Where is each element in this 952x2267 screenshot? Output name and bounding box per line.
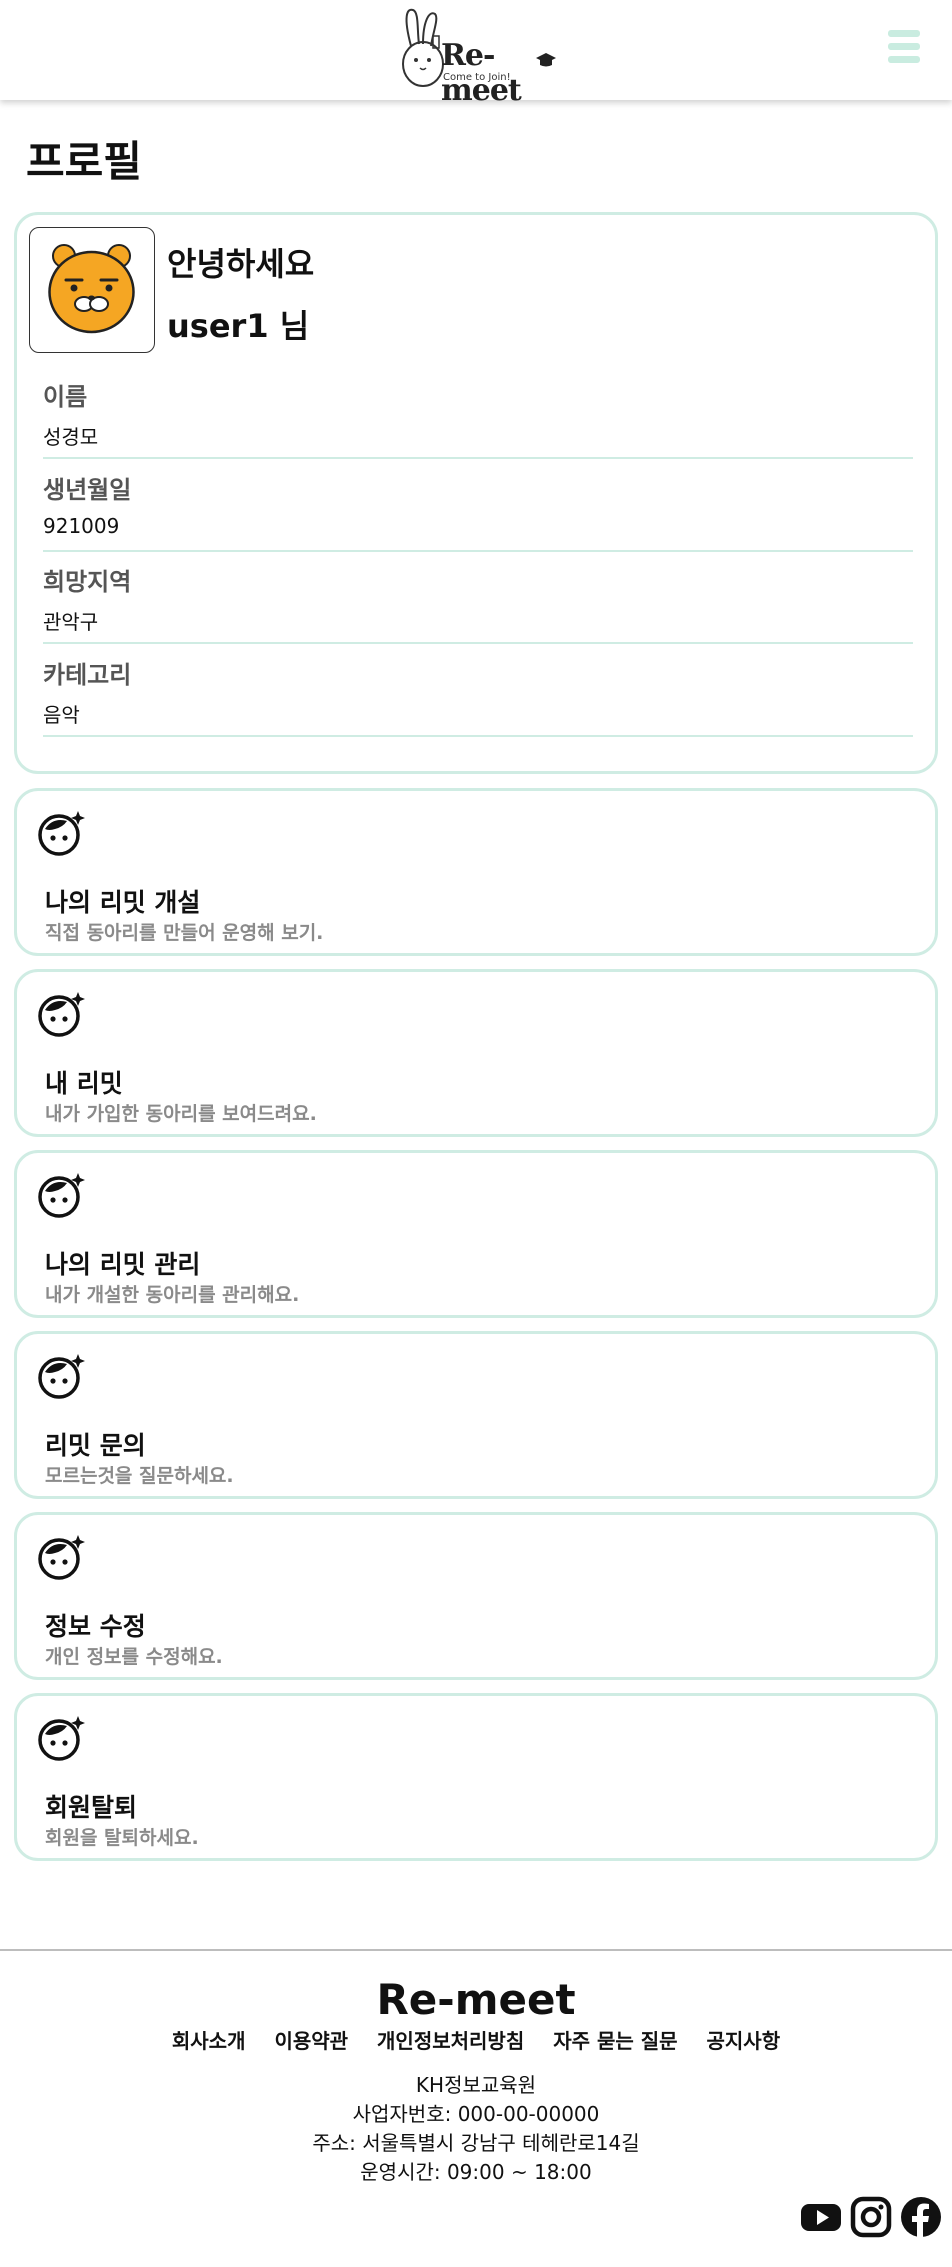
- menu-card-manage-clubs[interactable]: 나의 리밋 관리 내가 개설한 동아리를 관리해요.: [14, 1150, 938, 1318]
- menu-card-edit-info[interactable]: 정보 수정 개인 정보를 수정해요.: [14, 1512, 938, 1680]
- field-value: 관악구: [43, 610, 99, 634]
- smiley-sparkle-icon: [38, 1535, 85, 1580]
- footer-business-number: 사업자번호: 000-00-00000: [352, 2102, 600, 2126]
- footer-link-terms[interactable]: 이용약관: [274, 2029, 348, 2053]
- field-value: 음악: [43, 703, 80, 727]
- field-region: 희망지역 관악구: [43, 552, 913, 644]
- field-category: 카테고리 음악: [43, 645, 913, 737]
- menu-card-inquiry[interactable]: 리밋 문의 모르는것을 질문하세요.: [14, 1331, 938, 1499]
- menu-title: 내 리밋: [45, 1069, 123, 1098]
- smiley-sparkle-icon: [38, 1716, 85, 1761]
- footer-link-about[interactable]: 회사소개: [172, 2029, 246, 2053]
- footer-brand: Re-meet: [376, 1975, 576, 2024]
- menu-title: 나의 리밋 관리: [45, 1250, 201, 1279]
- hamburger-line: [888, 56, 920, 63]
- social-links: [800, 2196, 942, 2240]
- page-title: 프로필: [26, 137, 142, 186]
- logo-tagline: Come to Join!: [443, 72, 511, 83]
- hamburger-icon: [888, 30, 920, 37]
- field-name: 이름 성경모: [43, 367, 913, 459]
- hamburger-line: [888, 43, 920, 50]
- ryan-avatar-icon: [48, 244, 135, 334]
- field-birthdate: 생년월일 921009: [43, 460, 913, 552]
- menu-desc: 내가 가입한 동아리를 보여드려요.: [45, 1103, 317, 1125]
- menu-desc: 회원을 탈퇴하세요.: [45, 1827, 199, 1849]
- menu-desc: 모르는것을 질문하세요.: [45, 1465, 234, 1487]
- footer-link-notice[interactable]: 공지사항: [707, 2029, 781, 2053]
- logo[interactable]: Re-meet Come to Join!: [393, 6, 563, 108]
- field-value: 921009: [43, 514, 120, 538]
- menu-card-withdraw[interactable]: 회원탈퇴 회원을 탈퇴하세요.: [14, 1693, 938, 1861]
- footer-company-info: KH정보교육원 사업자번호: 000-00-00000 주소: 서울특별시 강남…: [0, 2071, 952, 2187]
- field-label: 희망지역: [43, 568, 132, 596]
- field-label: 카테고리: [43, 661, 132, 689]
- footer-company: KH정보교육원: [415, 2073, 537, 2097]
- graduation-cap-icon: [536, 53, 556, 67]
- menu-card-my-clubs[interactable]: 내 리밋 내가 가입한 동아리를 보여드려요.: [14, 969, 938, 1137]
- youtube-icon[interactable]: [800, 2196, 842, 2238]
- menu-title: 나의 리밋 개설: [45, 888, 201, 917]
- instagram-icon[interactable]: [850, 2196, 892, 2238]
- facebook-icon[interactable]: [900, 2196, 942, 2238]
- footer-address: 주소: 서울특별시 강남구 테헤란로14길: [312, 2131, 640, 2155]
- menu-desc: 직접 동아리를 만들어 운영해 보기.: [45, 922, 324, 944]
- app-header: Re-meet Come to Join!: [0, 0, 952, 108]
- profile-card: 안녕하세요 user1 님 이름 성경모 생년월일 921009 희망지역 관악…: [14, 212, 938, 774]
- smiley-sparkle-icon: [38, 811, 85, 856]
- footer-links: 회사소개 이용약관 개인정보처리방침 자주 묻는 질문 공지사항: [0, 2025, 952, 2054]
- smiley-sparkle-icon: [38, 1354, 85, 1399]
- greeting-text: 안녕하세요: [167, 245, 315, 283]
- menu-card-create-club[interactable]: 나의 리밋 개설 직접 동아리를 만들어 운영해 보기.: [14, 788, 938, 956]
- menu-desc: 개인 정보를 수정해요.: [45, 1646, 223, 1668]
- field-value: 성경모: [43, 425, 99, 449]
- menu-title: 정보 수정: [45, 1612, 146, 1641]
- avatar: [29, 227, 155, 353]
- hamburger-menu-button[interactable]: [888, 30, 922, 68]
- menu-title: 회원탈퇴: [45, 1793, 138, 1822]
- smiley-sparkle-icon: [38, 1173, 85, 1218]
- footer-link-privacy[interactable]: 개인정보처리방침: [377, 2029, 524, 2053]
- footer: Re-meet 회사소개 이용약관 개인정보처리방침 자주 묻는 질문 공지사항…: [0, 1949, 952, 2267]
- smiley-sparkle-icon: [38, 992, 85, 1037]
- menu-desc: 내가 개설한 동아리를 관리해요.: [45, 1284, 300, 1306]
- footer-hours: 운영시간: 09:00 ~ 18:00: [360, 2160, 592, 2184]
- field-label: 생년월일: [43, 476, 132, 504]
- footer-link-faq[interactable]: 자주 묻는 질문: [553, 2029, 677, 2053]
- field-label: 이름: [43, 383, 88, 411]
- username-text: user1 님: [167, 307, 310, 345]
- menu-title: 리밋 문의: [45, 1431, 146, 1460]
